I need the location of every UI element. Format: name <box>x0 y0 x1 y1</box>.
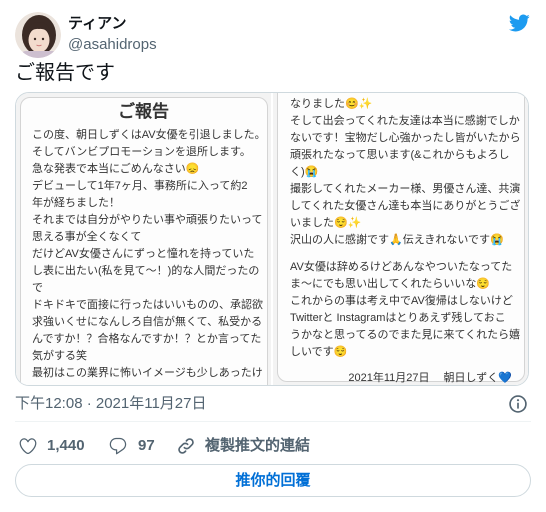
memo-line: だけどAV女優さんにずっと憧れを持っていた <box>32 248 255 260</box>
tweet-text: ご報告です <box>15 62 115 84</box>
memo-text-left: この度、朝日しずくはAV女優を引退しました。 そしてバンビプロモーションを退所し… <box>32 127 268 382</box>
memo-signature: 2021年11月27日 朝日しずく💙 <box>348 371 512 385</box>
memo-line: 沢山の人に感謝です🙏伝えきれないです😭 <box>290 234 504 246</box>
media-image-left[interactable]: ご報告 この度、朝日しずくはAV女優を引退しました。 そしてバンビプロモーション… <box>16 93 271 385</box>
memo-line: デビューして1年7ヶ月、事務所に入って約2 <box>32 180 248 192</box>
memo-line: んですか！？合格なんですか！？とか言ってた <box>32 333 262 345</box>
like-count: 1,440 <box>47 437 85 454</box>
memo-line: 年が経ちました！ <box>32 197 120 209</box>
tweet-timestamp[interactable]: 下午12:08 · 2021年11月27日 <box>15 394 207 414</box>
memo-line: Twitterと Instagramはとりあえず残しておこ <box>290 312 506 324</box>
memo-line: AV女優は辞めるけどあんなやついたなってた <box>290 261 513 273</box>
memo-line: しいです😌 <box>290 346 348 358</box>
memo-line: ま〜にでも思い出してくれたらいいな😌 <box>290 278 491 290</box>
heart-icon <box>19 438 37 455</box>
memo-title: ご報告 <box>118 102 169 121</box>
memo-line: 気がする笑 <box>32 350 87 362</box>
memo-line: 思える事が全くなくて <box>32 231 142 243</box>
memo-line: そして出会ってくれた友達は本当に感謝でしか <box>290 115 520 127</box>
memo-signature-name: 朝日しずく💙 <box>443 372 512 384</box>
memo-line: してくれた女優さん達も本当にありがとうござ <box>290 200 521 212</box>
avatar-photo <box>15 12 61 58</box>
avatar[interactable] <box>15 12 61 58</box>
memo-text-right: なりました😊✨ そして出会ってくれた友達は本当に感謝でしか ないです！宝物だし心… <box>290 96 524 361</box>
divider <box>15 421 531 422</box>
tweet-media[interactable]: ご報告 この度、朝日しずくはAV女優を引退しました。 そしてバンビプロモーション… <box>15 92 529 386</box>
info-icon[interactable] <box>508 394 528 414</box>
memo-line: 最初はこの業界に怖いイメージも少しあったけ <box>32 367 263 379</box>
memo-line: し表に出たい(私を見て〜！)的な人間だったの <box>32 265 260 277</box>
user-handle[interactable]: @asahidrops <box>68 35 157 55</box>
memo-line: 求強いくせになんしろ自信が無くて、私受かる <box>32 316 263 328</box>
media-image-right[interactable]: なりました😊✨ そして出会ってくれた友達は本当に感謝でしか ないです！宝物だし心… <box>273 93 528 385</box>
copy-link-button[interactable]: 複製推文的連結 <box>176 436 310 456</box>
link-icon <box>178 438 194 454</box>
memo-line: で <box>32 282 43 294</box>
reply-action[interactable]: 97 <box>108 436 155 456</box>
reply-count: 97 <box>138 437 155 454</box>
memo-line: これからの事は考え中でAV復帰はしないけど <box>290 295 513 307</box>
reply-button-label: 推你的回覆 <box>235 471 311 489</box>
memo-line: うかなと思ってるのでまた見に来てくれたら嬉 <box>290 329 521 341</box>
memo-line: そしてバンビプロモーションを退所します。 <box>32 146 251 158</box>
memo-line: この度、朝日しずくはAV女優を引退しました。 <box>32 129 266 141</box>
memo-line: く)😭 <box>290 166 319 178</box>
reply-button[interactable]: 推你的回覆 <box>15 464 531 497</box>
copy-link-label: 複製推文的連結 <box>205 437 311 454</box>
memo-line: いました😌✨ <box>290 217 362 229</box>
memo-signature-date: 2021年11月27日 <box>348 372 430 384</box>
memo-line: 急な発表で本当にごめんなさい😞 <box>32 163 200 175</box>
memo-line: ないです！宝物だし心強かったし皆がいたから <box>290 132 521 144</box>
display-name[interactable]: ティアン <box>68 14 127 34</box>
memo-line: それまでは自分がやりたい事や頑張りたいって <box>32 214 263 226</box>
memo-line: 頑張れたなって思います(&これからもよろし <box>290 149 510 161</box>
memo-line: ドキドキで面接に行ったはいいものの、承認欲 <box>32 299 263 311</box>
reply-icon <box>109 437 127 455</box>
like-button[interactable]: 1,440 <box>18 436 85 456</box>
twitter-bird-icon[interactable] <box>506 12 532 34</box>
memo-line: 撮影してくれたメーカー様、男優さん達、共演 <box>290 183 521 195</box>
memo-line: なりました😊✨ <box>290 98 373 110</box>
